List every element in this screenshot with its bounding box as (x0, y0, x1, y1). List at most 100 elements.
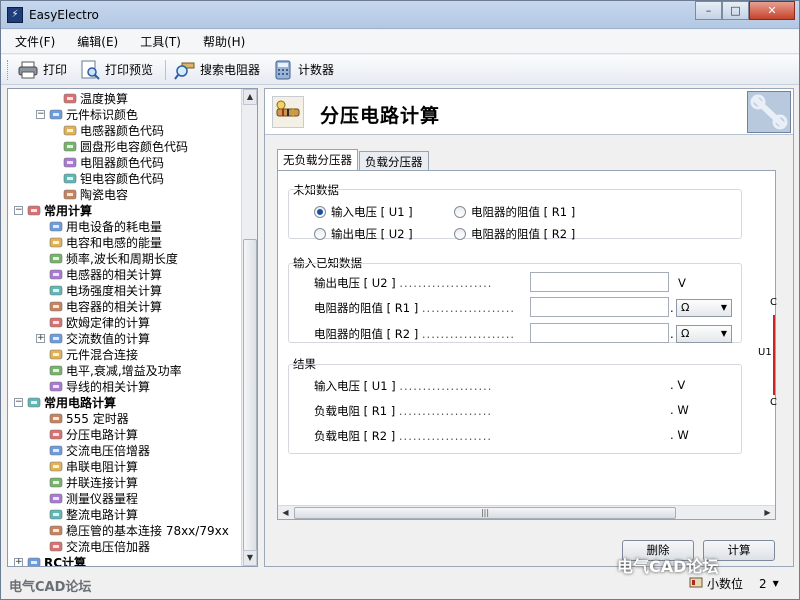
tree-item-label: 元件混合连接 (66, 347, 139, 362)
tree-item[interactable]: 555 定时器 (36, 410, 129, 426)
print-button[interactable]: 打印 (17, 59, 67, 81)
tree-item[interactable]: 交流电压倍加器 (36, 538, 150, 554)
tree-item[interactable]: 稳压管的基本连接 78xx/79xx (36, 522, 229, 538)
known-r1-label: 电阻器的阻值 [ R1 ] .................... (314, 301, 516, 315)
regulator-icon (48, 523, 63, 537)
scroll-right-icon[interactable]: ▶ (760, 506, 775, 519)
tree-item[interactable]: 温度换算 (50, 90, 128, 106)
tree-item-label: 整流电路计算 (66, 507, 139, 522)
decimal-places-value[interactable]: 2 (759, 577, 767, 591)
scroll-left-icon[interactable]: ◀ (278, 506, 293, 519)
tree-item[interactable]: + RC计算 (14, 554, 86, 566)
collapse-icon[interactable]: − (36, 109, 45, 119)
minimize-button[interactable]: – (695, 1, 722, 20)
app-window: ⚡ EasyElectro – □ ✕ 文件(F) 编辑(E) 工具(T) 帮助… (0, 0, 800, 600)
tree-item[interactable]: 电平,衰减,增益及功率 (36, 362, 182, 378)
tree-item[interactable]: 欧姆定律的计算 (36, 314, 150, 330)
collapse-icon[interactable]: − (14, 205, 23, 215)
radio-output-voltage-u2[interactable]: 输出电压 [ U2 ] (314, 226, 413, 242)
scroll-up-icon[interactable]: ▲ (243, 89, 257, 105)
diagram-label-u1: U1 (758, 347, 772, 358)
tree-item[interactable]: 电容和电感的能量 (36, 234, 162, 250)
tree-item[interactable]: − 常用电路计算 (14, 394, 116, 410)
collapse-icon[interactable]: − (14, 397, 23, 407)
resistor-r1-input[interactable] (530, 297, 669, 317)
tree-item[interactable]: 电阻器颜色代码 (50, 154, 164, 170)
maximize-button[interactable]: □ (722, 1, 749, 20)
result-r2-unit: . W (670, 428, 689, 442)
menu-help[interactable]: 帮助(H) (203, 33, 245, 50)
ohm-icon (48, 315, 63, 329)
print-preview-label: 打印预览 (105, 63, 154, 77)
tree-item[interactable]: 陶瓷电容 (50, 186, 128, 202)
tree-item[interactable]: + 交流数值的计算 (36, 330, 150, 346)
tree-item[interactable]: 圆盘形电容颜色代码 (50, 138, 188, 154)
tree-item[interactable]: 测量仪器量程 (36, 490, 138, 506)
r2-unit-select[interactable]: Ω ▼ (676, 325, 732, 343)
radio-resistor-r1[interactable]: 电阻器的阻值 [ R1 ] (454, 204, 575, 220)
tree-item-label: 频率,波长和周期长度 (66, 251, 178, 266)
menu-edit[interactable]: 编辑(E) (77, 33, 118, 50)
watermark-left: 电气CAD论坛 (9, 580, 92, 595)
known-r2-label: 电阻器的阻值 [ R2 ] .................... (314, 327, 516, 341)
tree-item-label: 交流电压倍增器 (66, 443, 151, 458)
tree-item[interactable]: 导线的相关计算 (36, 378, 150, 394)
tree-item-label: 陶瓷电容 (80, 187, 129, 202)
tree-item[interactable]: 串联电阻计算 (36, 458, 138, 474)
unit-dot: . (670, 301, 674, 315)
tree-item[interactable]: 钽电容颜色代码 (50, 170, 164, 186)
decimal-places-control[interactable]: 小数位 2 ▼ (689, 575, 779, 592)
tab-horizontal-scrollbar[interactable]: ◀ ||| ▶ (278, 505, 775, 519)
tree-item[interactable]: − 常用计算 (14, 202, 92, 218)
navigation-tree[interactable]: + RC计算 交流电压倍加器 稳压管的基本连接 78xx/79xx 整流电路计算 测量仪器… (7, 88, 258, 567)
tree-item-label: 温度换算 (80, 91, 129, 106)
scroll-thumb[interactable] (243, 239, 257, 566)
decimal-places-label: 小数位 (707, 577, 744, 591)
search-resistor-button[interactable]: 搜索电阻器 (174, 59, 260, 81)
resistor-r2-input[interactable] (530, 323, 669, 343)
tree-item[interactable]: − 元件标识颜色 (36, 106, 138, 122)
tree-item[interactable]: 频率,波长和周期长度 (36, 250, 178, 266)
menu-tools[interactable]: 工具(T) (140, 33, 181, 50)
tree-item[interactable]: 电容器的相关计算 (36, 298, 162, 314)
capacitor-calc-icon (48, 299, 63, 313)
tree-item[interactable]: 电场强度相关计算 (36, 282, 162, 298)
tree-item[interactable]: 并联连接计算 (36, 474, 138, 490)
tree-item[interactable]: 分压电路计算 (36, 426, 138, 442)
tab-no-load-divider[interactable]: 无负载分压器 (277, 149, 358, 171)
radio-input-voltage-u1[interactable]: 输入电压 [ U1 ] (314, 204, 413, 220)
inductor-calc-icon (48, 267, 63, 281)
tree-item-label: 圆盘形电容颜色代码 (80, 139, 189, 154)
scroll-thumb[interactable]: ||| (294, 507, 676, 519)
print-preview-button[interactable]: 打印预览 (79, 59, 153, 81)
wire-icon (48, 379, 63, 393)
tree-item[interactable]: 整流电路计算 (36, 506, 138, 522)
tree-item[interactable]: 电感器的相关计算 (36, 266, 162, 282)
radio-resistor-r2[interactable]: 电阻器的阻值 [ R2 ] (454, 226, 575, 242)
counter-button[interactable]: 计数器 (272, 59, 334, 81)
scroll-down-icon[interactable]: ▼ (243, 550, 257, 566)
doubler-icon (48, 539, 63, 553)
tree-vertical-scrollbar[interactable]: ▲ ▼ (241, 89, 257, 566)
tree-item-label: 用电设备的耗电量 (66, 219, 163, 234)
tab-load-divider[interactable]: 负载分压器 (359, 151, 429, 171)
toolbar-grip (7, 59, 11, 80)
output-voltage-u2-input[interactable] (530, 272, 669, 292)
menu-file[interactable]: 文件(F) (15, 33, 55, 50)
tree-item[interactable]: 元件混合连接 (36, 346, 138, 362)
expand-icon[interactable]: + (36, 333, 45, 343)
known-u2-label: 输出电压 [ U2 ] .................... (314, 276, 493, 290)
resistor-icon (62, 155, 77, 169)
r1-unit-select[interactable]: Ω ▼ (676, 299, 732, 317)
tree-item[interactable]: 电感器颜色代码 (50, 122, 164, 138)
tree-item[interactable]: 用电设备的耗电量 (36, 218, 162, 234)
diagram-label-c: C (770, 297, 777, 308)
tree-item[interactable]: 交流电压倍增器 (36, 442, 150, 458)
divider-icon (48, 427, 63, 441)
expand-icon[interactable]: + (14, 557, 23, 566)
chevron-down-icon[interactable]: ▼ (773, 579, 779, 588)
tree-item-label: 555 定时器 (66, 411, 129, 426)
close-button[interactable]: ✕ (749, 1, 795, 20)
tree-item-label: 电容器的相关计算 (66, 299, 163, 314)
tree-item-label: 交流电压倍加器 (66, 539, 151, 554)
